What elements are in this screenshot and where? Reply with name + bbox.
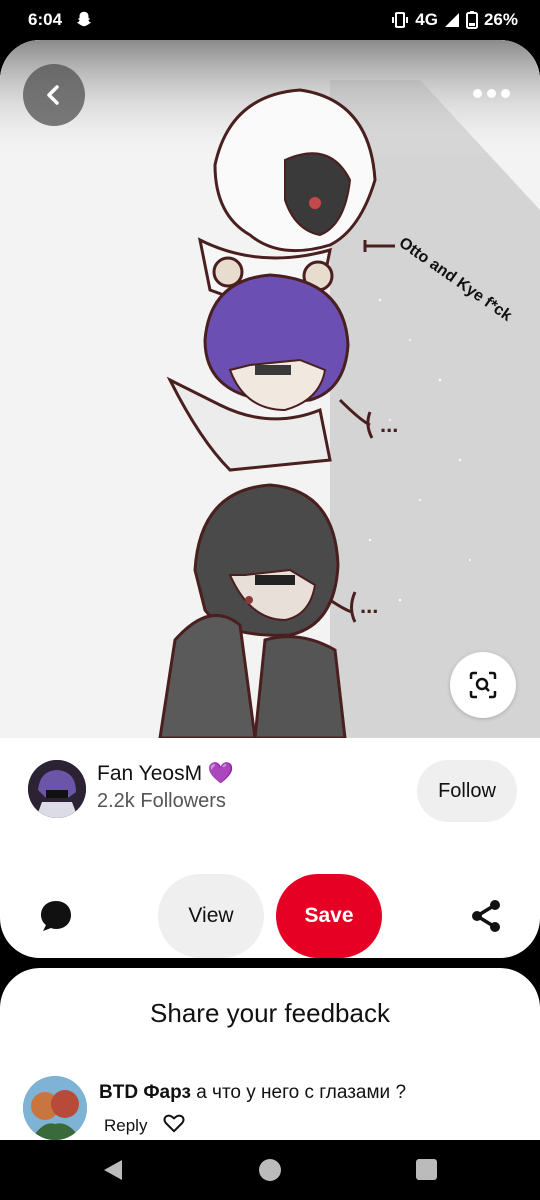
heart-icon[interactable]	[163, 1113, 185, 1133]
commenter-avatar-image	[23, 1076, 87, 1140]
creator-row: Fan YeosM 💜 2.2k Followers Follow	[0, 738, 540, 858]
feedback-title: Share your feedback	[150, 998, 390, 1028]
back-button[interactable]	[23, 64, 85, 126]
creator-avatar[interactable]	[28, 760, 86, 818]
view-button[interactable]: View	[158, 874, 264, 958]
comment-text: а что у него с глазами ?	[196, 1082, 407, 1103]
nav-back-icon[interactable]	[102, 1159, 124, 1181]
more-horizontal-icon	[486, 88, 496, 98]
vibrate-icon	[392, 12, 409, 28]
network-label: 4G	[415, 10, 438, 29]
chevron-left-icon	[47, 85, 59, 105]
comment-username[interactable]: BTD Фарз	[99, 1082, 191, 1103]
nav-home-icon[interactable]	[259, 1159, 281, 1181]
signal-icon	[444, 13, 459, 27]
comment-text-line: BTD Фарз а что у него с глазами ?	[99, 1082, 406, 1104]
more-options-button[interactable]	[466, 76, 516, 110]
pin-image[interactable]: Otto and Kye f*ck ... ...	[0, 40, 540, 740]
status-time: 6:04	[28, 10, 63, 29]
creator-avatar-image	[28, 760, 86, 818]
more-horizontal-icon	[500, 88, 510, 98]
comment-icon[interactable]	[38, 898, 74, 934]
snapchat-icon	[76, 11, 92, 27]
share-icon[interactable]	[468, 898, 504, 934]
more-horizontal-icon	[472, 88, 482, 98]
artwork-ellipsis-1: ...	[380, 412, 398, 437]
follow-button[interactable]: Follow	[417, 760, 517, 822]
battery-label: 26%	[483, 10, 518, 29]
feedback-sheet: Share your feedback BTD Фарз а что у нег…	[0, 968, 540, 1148]
creator-followers: 2.2k Followers	[97, 790, 226, 812]
status-right: 4G 26%	[391, 10, 518, 30]
visual-search-button[interactable]	[450, 652, 516, 718]
status-bar: 6:04 4G 26%	[0, 0, 540, 40]
action-row: View Save	[0, 856, 540, 958]
reply-button[interactable]: Reply	[104, 1116, 147, 1136]
battery-icon	[465, 11, 478, 29]
artwork-ellipsis-2: ...	[360, 593, 378, 618]
save-button[interactable]: Save	[276, 874, 382, 958]
commenter-avatar[interactable]	[23, 1076, 87, 1140]
pin-card: Otto and Kye f*ck ... ... Fan YeosM 💜 2.…	[0, 40, 540, 958]
visual-search-icon	[469, 671, 497, 699]
pin-artwork: Otto and Kye f*ck ... ...	[0, 40, 540, 740]
system-nav-bar	[0, 1140, 540, 1200]
creator-name[interactable]: Fan YeosM 💜	[97, 762, 234, 786]
nav-recents-icon[interactable]	[416, 1159, 437, 1180]
